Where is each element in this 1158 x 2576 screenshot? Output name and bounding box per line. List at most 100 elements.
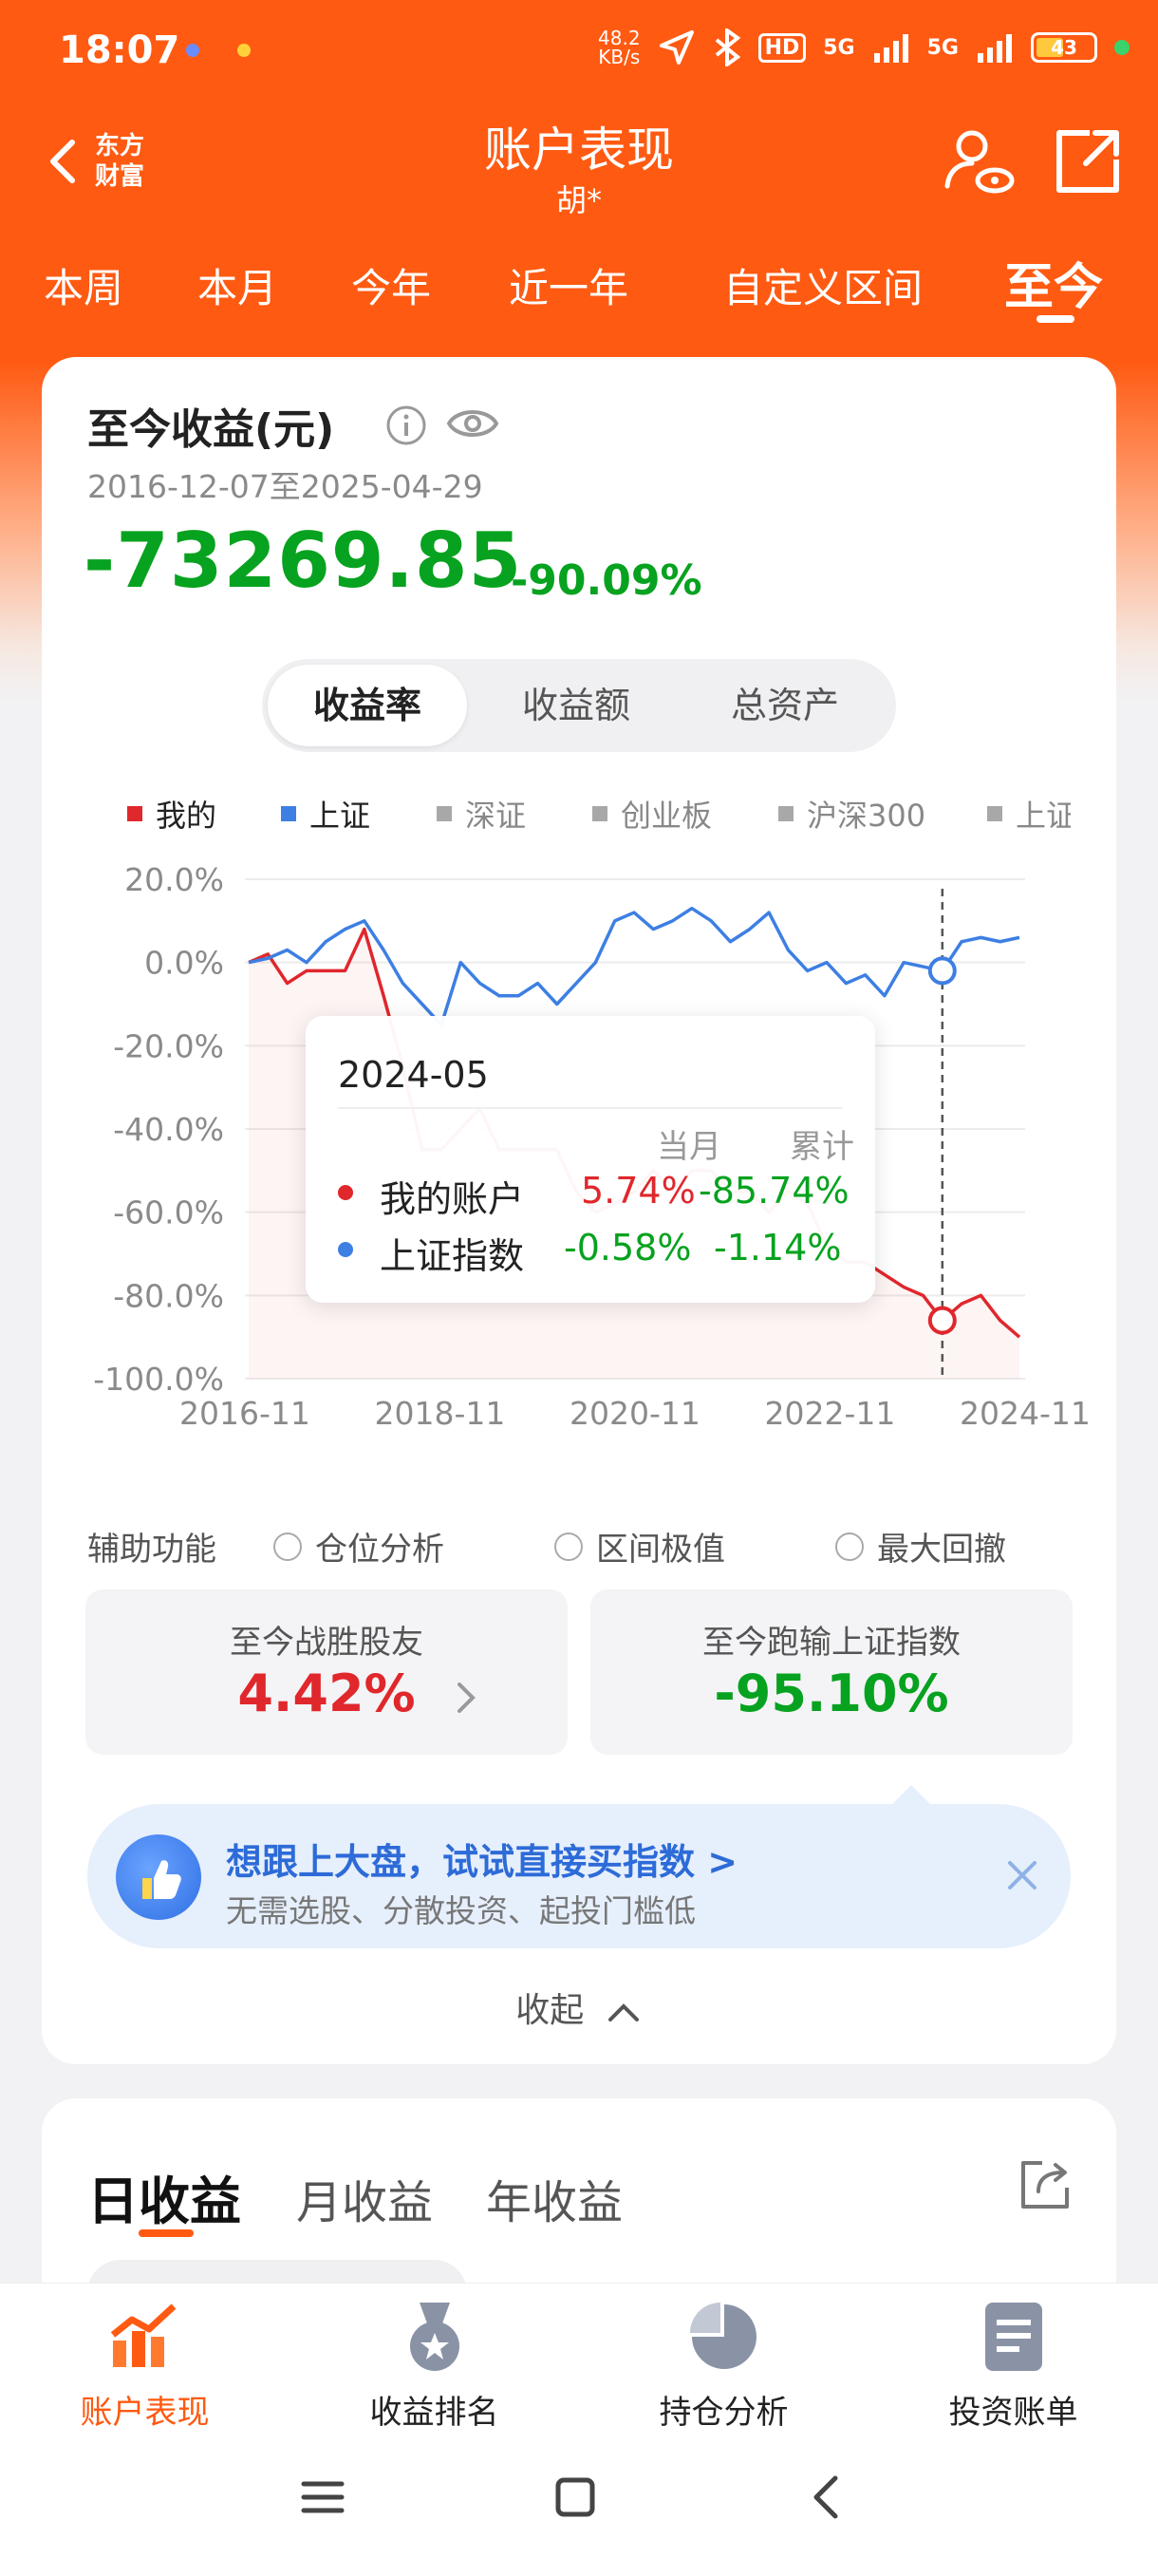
tab-this-month[interactable]: 本月 (197, 256, 277, 314)
tooltip-date: 2024-05 (338, 1054, 489, 1096)
share-icon[interactable] (1052, 125, 1124, 197)
promo-pointer (892, 1785, 930, 1804)
tab-last-year[interactable]: 近一年 (509, 256, 628, 314)
medal-icon (409, 2303, 459, 2371)
tab-custom-range[interactable]: 自定义区间 (723, 256, 923, 314)
tab-account-performance[interactable]: 账户表现 (0, 2299, 290, 2433)
hd-icon: HD (757, 32, 807, 63)
tooltip-col-total: 累计 (790, 1128, 854, 1166)
x-tick-label: 2022-11 (765, 1395, 896, 1432)
x-tick-label: 2024-11 (960, 1395, 1091, 1432)
tab-earnings-ranking[interactable]: 收益排名 (290, 2299, 579, 2433)
tooltip-col-month: 当月 (657, 1128, 721, 1166)
notification-icon (237, 44, 251, 57)
my-series-marker (927, 1306, 957, 1335)
tooltip-bullet (338, 1242, 353, 1257)
chevron-right-icon (458, 1683, 476, 1713)
legend-item[interactable]: 上证50 (987, 792, 1071, 836)
signal-bars-icon (978, 34, 1012, 63)
tab-this-year[interactable]: 今年 (351, 256, 431, 314)
segment-return-rate[interactable]: 收益率 (268, 665, 467, 746)
range-extremes-radio[interactable]: 区间极值 (554, 1523, 725, 1570)
menu-icon[interactable] (294, 2469, 351, 2526)
date-range: 2016-12-07至2025-04-29 (87, 468, 483, 505)
legend-item[interactable]: 创业板 (592, 792, 712, 836)
export-icon[interactable] (1016, 2155, 1074, 2214)
x-tick-label: 2018-11 (375, 1395, 506, 1432)
active-tab-indicator (139, 2229, 194, 2237)
x-tick-label: 2020-11 (570, 1395, 700, 1432)
tooltip-row-month: 5.74% (581, 1170, 696, 1212)
segment-return-amount[interactable]: 收益额 (476, 659, 676, 752)
pie-chart-icon (689, 2303, 756, 2369)
metric-segment: 收益率 收益额 总资产 (262, 659, 896, 752)
sse-series-marker (927, 956, 957, 986)
home-icon[interactable] (547, 2469, 604, 2526)
y-tick-label: 20.0% (124, 861, 224, 898)
legend-item[interactable]: 深证 (437, 792, 526, 836)
total-earnings: -73269.85 (84, 517, 523, 605)
tooltip-bullet (338, 1185, 353, 1200)
index-promo-banner[interactable]: 想跟上大盘，试试直接买指数 > 无需选股、分散投资、起投门槛低 (87, 1785, 1071, 1948)
document-icon (984, 2303, 1042, 2371)
collapse-button[interactable]: 收起 (42, 1983, 1116, 2032)
y-tick-label: -100.0% (93, 1361, 224, 1398)
chart-legend: 我的 上证 深证 创业板 沪深300 上证50 (84, 792, 1071, 839)
tab-holdings-analysis[interactable]: 持仓分析 (579, 2299, 868, 2433)
promo-subtitle: 无需选股、分散投资、起投门槛低 (226, 1892, 696, 1929)
legend-item[interactable]: 我的 (127, 792, 216, 836)
top-nav: 东方 财富 账户表现 胡* (0, 104, 1158, 237)
signal-icon: 5G (926, 35, 959, 60)
tab-yearly-earnings[interactable]: 年收益 (486, 2165, 623, 2231)
aux-label: 辅助功能 (87, 1531, 216, 1569)
y-tick-label: 0.0% (144, 945, 224, 982)
y-tick-label: -40.0% (113, 1111, 224, 1148)
vs-index-label: 至今跑输上证指数 (702, 1624, 961, 1662)
bottom-tab-bar: 账户表现 收益排名 持仓分析 投资账单 (0, 2283, 1158, 2576)
beat-peers-value: 4.42% (237, 1664, 416, 1723)
battery-icon: 43 (1031, 32, 1097, 63)
promo-title[interactable]: 想跟上大盘，试试直接买指数 > (226, 1833, 738, 1885)
tooltip-row-total: -1.14% (714, 1227, 842, 1269)
x-tick-label: 2016-11 (179, 1395, 310, 1432)
performance-chart-icon (110, 2303, 176, 2367)
tab-monthly-earnings[interactable]: 月收益 (296, 2165, 433, 2231)
status-bar: 18:07 48.2 KB/s HD 5G 5G 43 (0, 0, 1158, 104)
tab-daily-earnings[interactable]: 日收益 (87, 2159, 241, 2234)
legend-item[interactable]: 沪深300 (778, 792, 925, 836)
bluetooth-icon (715, 28, 740, 66)
location-icon (659, 30, 694, 65)
info-icon[interactable] (385, 404, 427, 446)
thumbs-up-icon (116, 1834, 201, 1920)
tooltip-row-name: 我的账户 (380, 1178, 525, 1220)
status-time: 18:07 (59, 28, 180, 72)
close-icon[interactable] (1000, 1853, 1044, 1897)
chevron-up-icon (607, 2003, 639, 2021)
signal-icon: 5G (823, 35, 855, 60)
tab-investment-statement[interactable]: 投资账单 (868, 2299, 1158, 2433)
y-tick-label: -80.0% (113, 1277, 224, 1314)
period-tabs: 本周 本月 今年 近一年 自定义区间 至今 (0, 247, 1158, 323)
network-speed: 48.2 KB/s (598, 27, 641, 68)
legend-item[interactable]: 上证 (281, 792, 370, 836)
notification-icon (186, 44, 199, 57)
chart-tooltip: 2024-05 当月 累计 我的账户 5.74% -85.74% 上证指数 -0… (306, 1016, 875, 1303)
max-drawdown-radio[interactable]: 最大回撤 (835, 1523, 1006, 1570)
vs-index-value: -95.10% (714, 1664, 949, 1723)
back-nav-icon[interactable] (799, 2469, 856, 2526)
tab-to-date[interactable]: 至今 (1004, 247, 1103, 318)
beat-peers-label: 至今战胜股友 (230, 1624, 423, 1662)
signal-bars-icon (873, 34, 908, 63)
position-analysis-radio[interactable]: 仓位分析 (273, 1523, 444, 1570)
eye-icon[interactable] (446, 403, 499, 444)
tab-this-week[interactable]: 本周 (44, 256, 123, 314)
vs-index-card: 至今跑输上证指数 -95.10% (590, 1589, 1073, 1755)
segment-total-assets[interactable]: 总资产 (685, 659, 885, 752)
y-tick-label: -20.0% (113, 1027, 224, 1064)
beat-peers-card[interactable]: 至今战胜股友 4.42% (85, 1589, 568, 1755)
earnings-percent: -90.09% (511, 556, 702, 605)
y-tick-label: -60.0% (113, 1194, 224, 1232)
user-view-icon[interactable] (940, 123, 1016, 199)
privacy-indicator (1114, 40, 1130, 55)
earnings-heading: 至今收益(元) (87, 405, 335, 454)
